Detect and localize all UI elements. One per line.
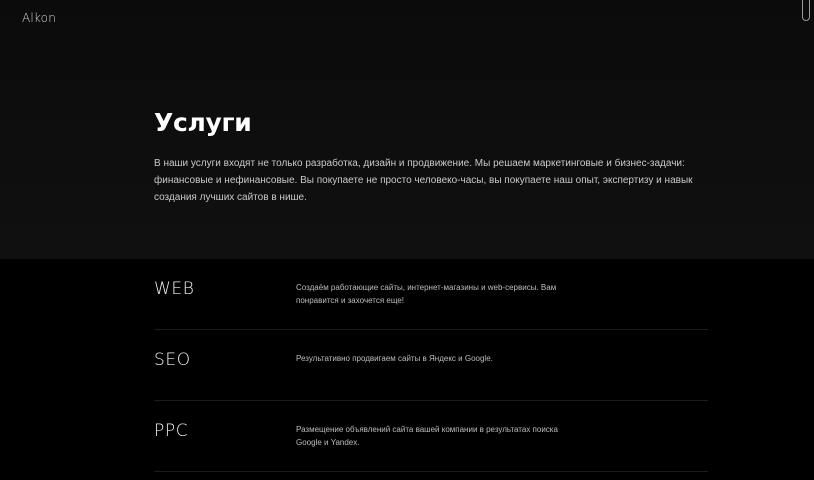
- service-description: Результативно продвигаем сайты в Яндекс …: [296, 354, 493, 363]
- service-row-web[interactable]: WEB Создаём работающие сайты, интернет-м…: [154, 259, 708, 330]
- service-name[interactable]: PPC: [154, 421, 188, 441]
- service-description: Размещение объявлений сайта вашей компан…: [296, 425, 558, 447]
- hero-section: Alkon Услуги В наши услуги входят не тол…: [0, 0, 814, 259]
- service-row-seo[interactable]: SEO Результативно продвигаем сайты в Янд…: [154, 330, 708, 401]
- service-name[interactable]: WEB: [154, 279, 194, 299]
- services-list: WEB Создаём работающие сайты, интернет-м…: [154, 259, 708, 472]
- page-title: Услуги: [154, 108, 252, 137]
- logo[interactable]: Alkon: [22, 11, 56, 25]
- intro-text: В наши услуги входят не только разработк…: [154, 158, 693, 203]
- service-description: Создаём работающие сайты, интернет-магаз…: [296, 283, 557, 305]
- service-row-ppc[interactable]: PPC Размещение объявлений сайта вашей ко…: [154, 401, 708, 472]
- scroll-indicator[interactable]: [802, 0, 810, 21]
- service-name[interactable]: SEO: [154, 350, 191, 370]
